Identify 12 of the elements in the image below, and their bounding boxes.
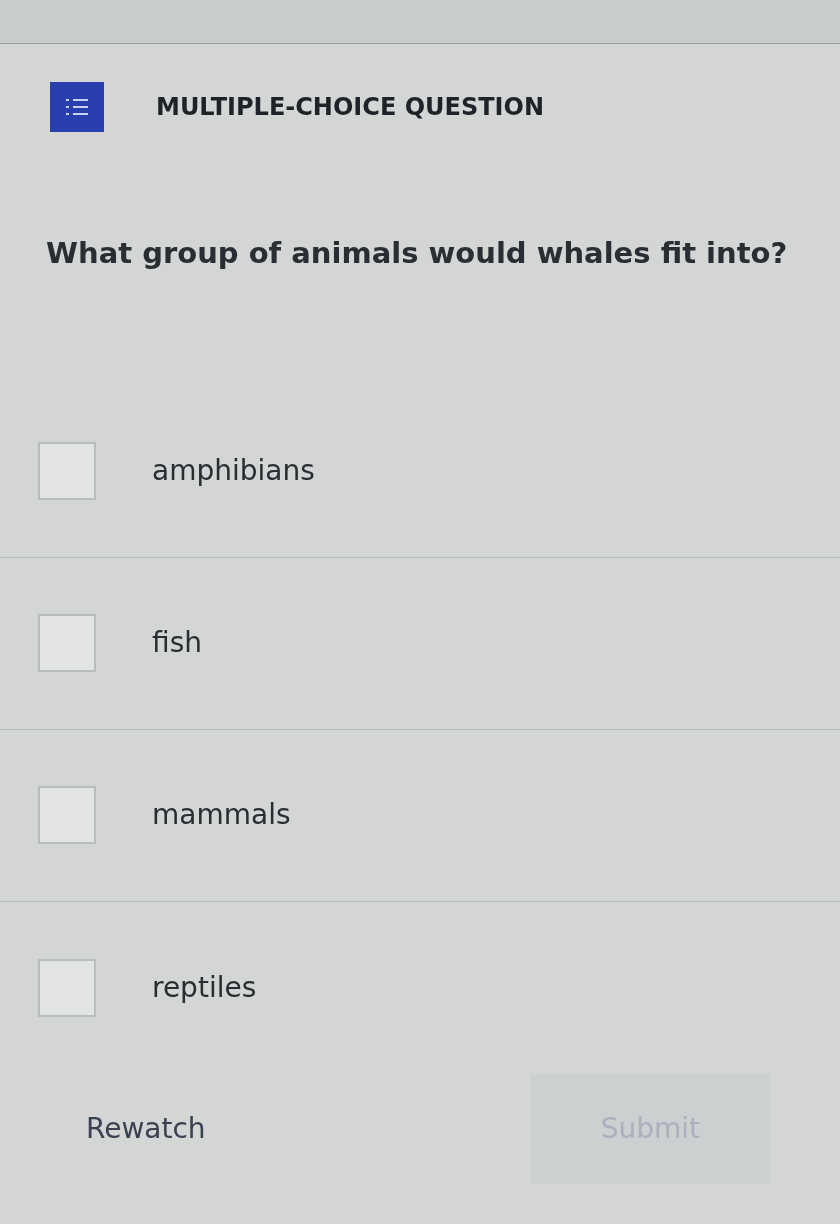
option-checkbox[interactable]: [38, 614, 96, 672]
option-label: fish: [152, 625, 202, 661]
option-checkbox[interactable]: [38, 442, 96, 500]
option-label: amphibians: [152, 453, 315, 489]
option-checkbox[interactable]: [38, 786, 96, 844]
section-title: MULTIPLE-CHOICE QUESTION: [156, 92, 544, 123]
rewatch-button[interactable]: Rewatch: [70, 1088, 222, 1170]
list-icon: [50, 82, 104, 132]
option-label: mammals: [152, 797, 291, 833]
option-checkbox[interactable]: [38, 958, 96, 1017]
question-text: What group of animals would whales fit into?: [45, 235, 789, 272]
option-label: reptiles: [152, 969, 257, 1006]
